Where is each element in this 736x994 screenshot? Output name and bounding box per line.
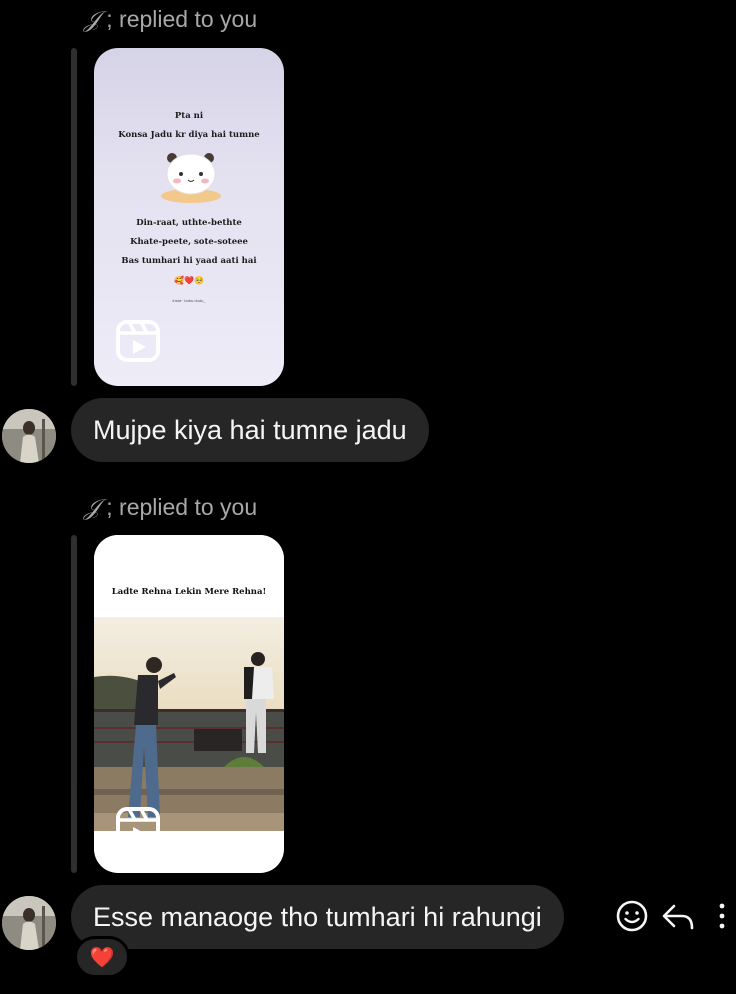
reels-icon <box>116 807 160 849</box>
message-bubble[interactable]: Esse manaoge tho tumhari hi rahungi <box>71 885 564 949</box>
heart-reaction-icon: ❤️ <box>89 947 115 969</box>
reel-emojis: 🥰❤️🥺 <box>174 276 204 285</box>
reel-text-line: Pta ni <box>174 111 204 121</box>
avatar[interactable] <box>2 409 56 463</box>
reply-text: ; replied to you <box>106 6 258 32</box>
reply-label: 𝒥 ; replied to you <box>84 494 257 521</box>
reply-initial: 𝒥 <box>84 495 100 521</box>
reel-top-area <box>94 535 284 617</box>
reply-label: 𝒥 ; replied to you <box>84 6 257 33</box>
reel-credit: insta~ bubu.dudu_ <box>172 298 206 303</box>
message-bubble[interactable]: Mujpe kiya hai tumne jadu <box>71 398 429 462</box>
reel-text-line: Din-raat, uthte-bethte <box>136 218 242 228</box>
reel-preview[interactable]: Ladte Rehna Lekin Mere Rehna! <box>94 535 284 873</box>
avatar[interactable] <box>2 896 56 950</box>
reel-text-line: Khate-peete, sote-soteee <box>130 237 248 247</box>
reaction-badge[interactable]: ❤️ <box>74 936 130 978</box>
reel-caption: Ladte Rehna Lekin Mere Rehna! <box>111 587 267 597</box>
bear-sticker <box>161 153 221 203</box>
reply-arrow-icon[interactable] <box>660 898 696 934</box>
reel-preview[interactable]: Pta ni Konsa Jadu kr diya hai tumne Din-… <box>94 48 284 386</box>
reels-icon <box>116 320 160 362</box>
reply-initial: 𝒥 <box>84 7 100 33</box>
more-vertical-icon[interactable] <box>704 898 736 934</box>
emoji-smile-icon[interactable] <box>614 898 650 934</box>
reel-text-line: Konsa Jadu kr diya hai tumne <box>118 130 260 140</box>
reply-text: ; replied to you <box>106 494 258 520</box>
reply-quote-bar <box>71 48 77 386</box>
reel-text-line: Bas tumhari hi yaad aati hai <box>121 256 257 266</box>
reply-quote-bar <box>71 535 77 873</box>
